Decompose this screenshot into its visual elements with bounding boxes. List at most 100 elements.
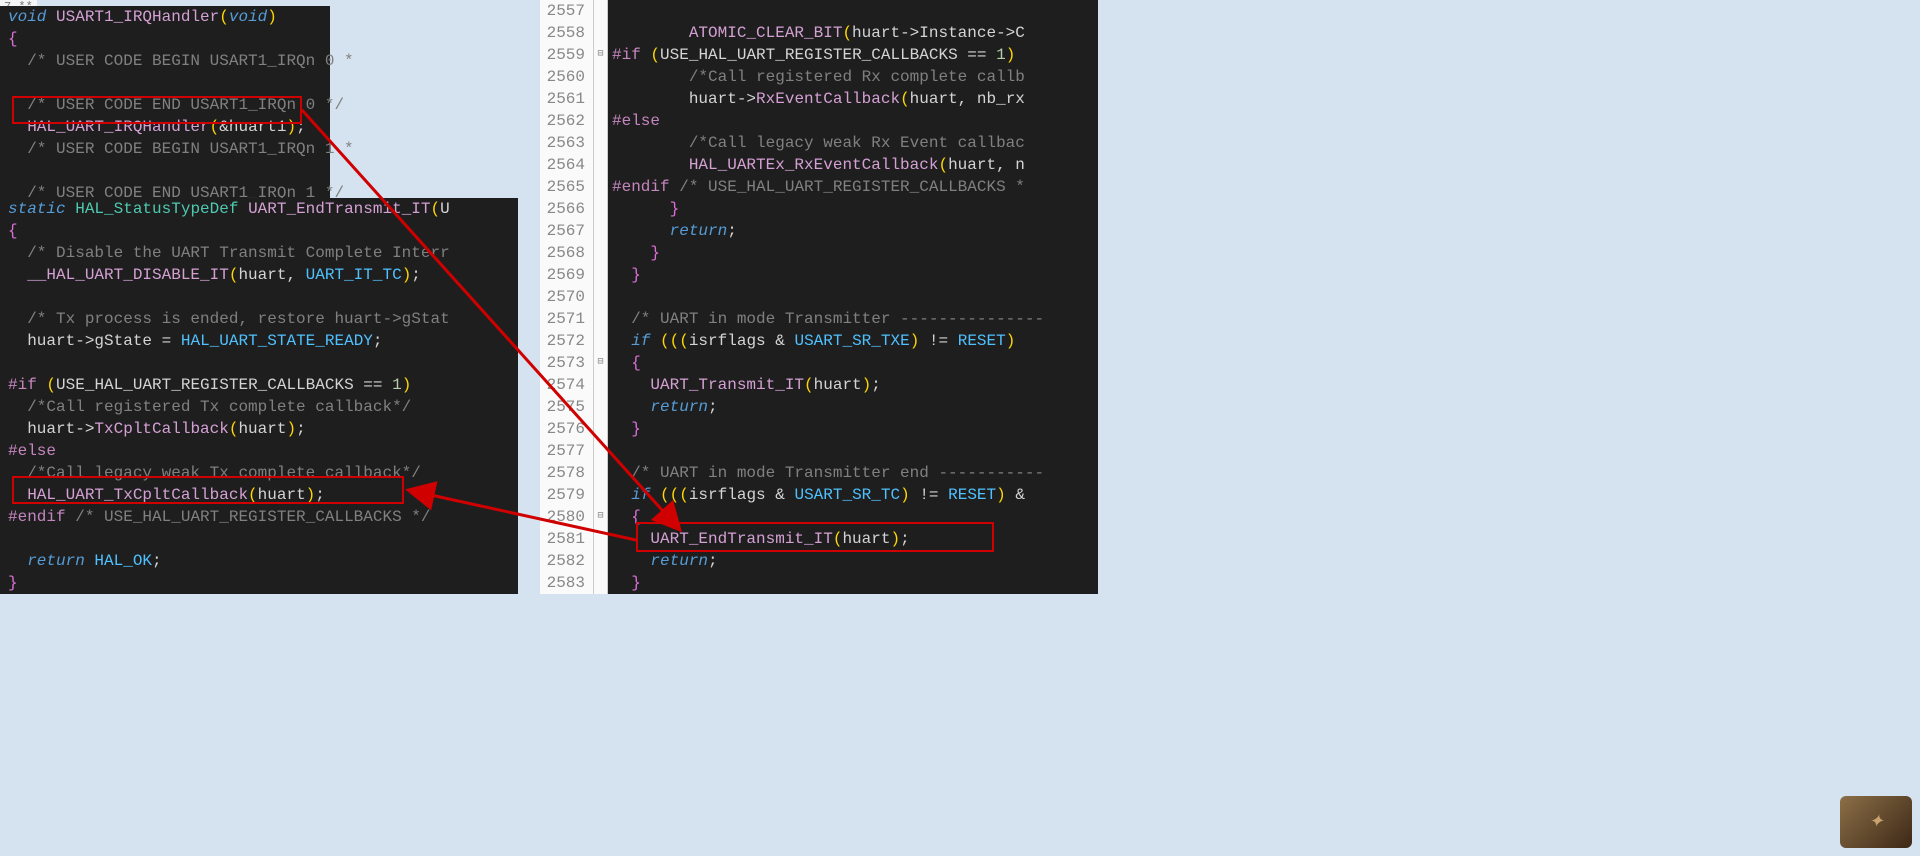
line-number: 2566	[540, 198, 594, 220]
code-line[interactable]	[0, 72, 330, 94]
code-line[interactable]: }	[608, 242, 1098, 264]
code-line[interactable]: /*Call legacy weak Tx complete callback*…	[0, 462, 518, 484]
line-number: 2563	[540, 132, 594, 154]
code-line[interactable]: return;	[608, 220, 1098, 242]
code-line[interactable]: /*Call registered Rx complete callb	[608, 66, 1098, 88]
fold-gutter	[594, 88, 608, 110]
line-number: 2570	[540, 286, 594, 308]
fold-gutter	[594, 550, 608, 572]
fold-gutter	[594, 572, 608, 594]
fold-gutter	[594, 198, 608, 220]
code-line[interactable]: /* USER CODE BEGIN USART1_IRQn 1 *	[0, 138, 330, 160]
code-line[interactable]: /*Call registered Tx complete callback*/	[0, 396, 518, 418]
fold-gutter	[594, 330, 608, 352]
code-line[interactable]: /*Call legacy weak Rx Event callbac	[608, 132, 1098, 154]
code-line[interactable]: }	[608, 572, 1098, 594]
code-line[interactable]: UART_Transmit_IT(huart);	[608, 374, 1098, 396]
code-line[interactable]: }	[608, 198, 1098, 220]
fold-gutter	[594, 308, 608, 330]
code-line[interactable]: huart->RxEventCallback(huart, nb_rx	[608, 88, 1098, 110]
code-line[interactable]	[0, 286, 518, 308]
code-line[interactable]: huart->TxCpltCallback(huart);	[0, 418, 518, 440]
code-line[interactable]: if (((isrflags & USART_SR_TXE) != RESET)	[608, 330, 1098, 352]
fold-gutter	[594, 528, 608, 550]
code-line[interactable]: ATOMIC_CLEAR_BIT(huart->Instance->C	[608, 22, 1098, 44]
line-number: 2575	[540, 396, 594, 418]
code-line[interactable]	[0, 160, 330, 182]
fold-gutter	[594, 176, 608, 198]
code-line[interactable]: {	[608, 506, 1098, 528]
code-line[interactable]: #if (USE_HAL_UART_REGISTER_CALLBACKS == …	[608, 44, 1098, 66]
code-line[interactable]	[0, 352, 518, 374]
fold-gutter	[594, 440, 608, 462]
line-number: 2565	[540, 176, 594, 198]
code-line[interactable]: #else	[0, 440, 518, 462]
code-line[interactable]: /* Disable the UART Transmit Complete In…	[0, 242, 518, 264]
code-line[interactable]: }	[608, 264, 1098, 286]
code-line[interactable]: /* UART in mode Transmitter end --------…	[608, 462, 1098, 484]
line-number: 2559	[540, 44, 594, 66]
line-number: 2572	[540, 330, 594, 352]
code-line[interactable]: void USART1_IRQHandler(void)	[0, 6, 330, 28]
line-number: 2574	[540, 374, 594, 396]
code-line[interactable]: if (((isrflags & USART_SR_TC) != RESET) …	[608, 484, 1098, 506]
fold-gutter	[594, 418, 608, 440]
line-number: 2564	[540, 154, 594, 176]
code-line[interactable]: #else	[608, 110, 1098, 132]
code-line[interactable]: HAL_UART_TxCpltCallback(huart);	[0, 484, 518, 506]
fold-gutter	[594, 484, 608, 506]
code-line[interactable]: }	[0, 572, 518, 594]
fold-gutter	[594, 132, 608, 154]
code-line[interactable]: {	[608, 352, 1098, 374]
code-line[interactable]: __HAL_UART_DISABLE_IT(huart, UART_IT_TC)…	[0, 264, 518, 286]
line-number: 2567	[540, 220, 594, 242]
fold-gutter	[594, 66, 608, 88]
fold-toggle-icon[interactable]: ⊟	[594, 44, 608, 66]
line-number: 2577	[540, 440, 594, 462]
avatar-thumbnail[interactable]: ✦	[1840, 796, 1912, 848]
line-number: 2581	[540, 528, 594, 550]
code-line[interactable]: return;	[608, 550, 1098, 572]
line-number: 2569	[540, 264, 594, 286]
code-line[interactable]: static HAL_StatusTypeDef UART_EndTransmi…	[0, 198, 518, 220]
fold-gutter	[594, 264, 608, 286]
code-line[interactable]: huart->gState = HAL_UART_STATE_READY;	[0, 330, 518, 352]
code-pane-top-left[interactable]: void USART1_IRQHandler(void){ /* USER CO…	[0, 6, 330, 226]
line-number: 2583	[540, 572, 594, 594]
line-number: 2580	[540, 506, 594, 528]
code-line[interactable]	[608, 0, 1098, 22]
fold-gutter	[594, 374, 608, 396]
line-number: 2560	[540, 66, 594, 88]
line-number: 2576	[540, 418, 594, 440]
code-line[interactable]: /* USER CODE BEGIN USART1_IRQn 0 *	[0, 50, 330, 72]
code-line[interactable]: /* UART in mode Transmitter ------------…	[608, 308, 1098, 330]
code-pane-bottom-left[interactable]: static HAL_StatusTypeDef UART_EndTransmi…	[0, 198, 518, 594]
code-line[interactable]: HAL_UARTEx_RxEventCallback(huart, n	[608, 154, 1098, 176]
code-pane-right[interactable]: 2557255825592560256125622563256425652566…	[540, 0, 1098, 594]
code-line[interactable]: #endif /* USE_HAL_UART_REGISTER_CALLBACK…	[608, 176, 1098, 198]
code-line[interactable]: return;	[608, 396, 1098, 418]
fold-toggle-icon[interactable]: ⊟	[594, 352, 608, 374]
code-line[interactable]: #if (USE_HAL_UART_REGISTER_CALLBACKS == …	[0, 374, 518, 396]
fold-gutter	[594, 154, 608, 176]
code-line[interactable]: {	[0, 220, 518, 242]
code-line[interactable]	[0, 528, 518, 550]
code-line[interactable]: HAL_UART_IRQHandler(&huart1);	[0, 116, 330, 138]
code-line[interactable]	[608, 286, 1098, 308]
line-number: 2558	[540, 22, 594, 44]
line-number: 2571	[540, 308, 594, 330]
code-line[interactable]: /* Tx process is ended, restore huart->g…	[0, 308, 518, 330]
code-line[interactable]: #endif /* USE_HAL_UART_REGISTER_CALLBACK…	[0, 506, 518, 528]
code-line[interactable]: {	[0, 28, 330, 50]
fold-gutter	[594, 242, 608, 264]
line-number: 2579	[540, 484, 594, 506]
code-line[interactable]: UART_EndTransmit_IT(huart);	[608, 528, 1098, 550]
line-number: 2562	[540, 110, 594, 132]
code-line[interactable]: }	[608, 418, 1098, 440]
line-number: 2573	[540, 352, 594, 374]
code-line[interactable]	[608, 440, 1098, 462]
code-line[interactable]: /* USER CODE END USART1_IRQn 0 */	[0, 94, 330, 116]
line-number: 2578	[540, 462, 594, 484]
fold-toggle-icon[interactable]: ⊟	[594, 506, 608, 528]
code-line[interactable]: return HAL_OK;	[0, 550, 518, 572]
